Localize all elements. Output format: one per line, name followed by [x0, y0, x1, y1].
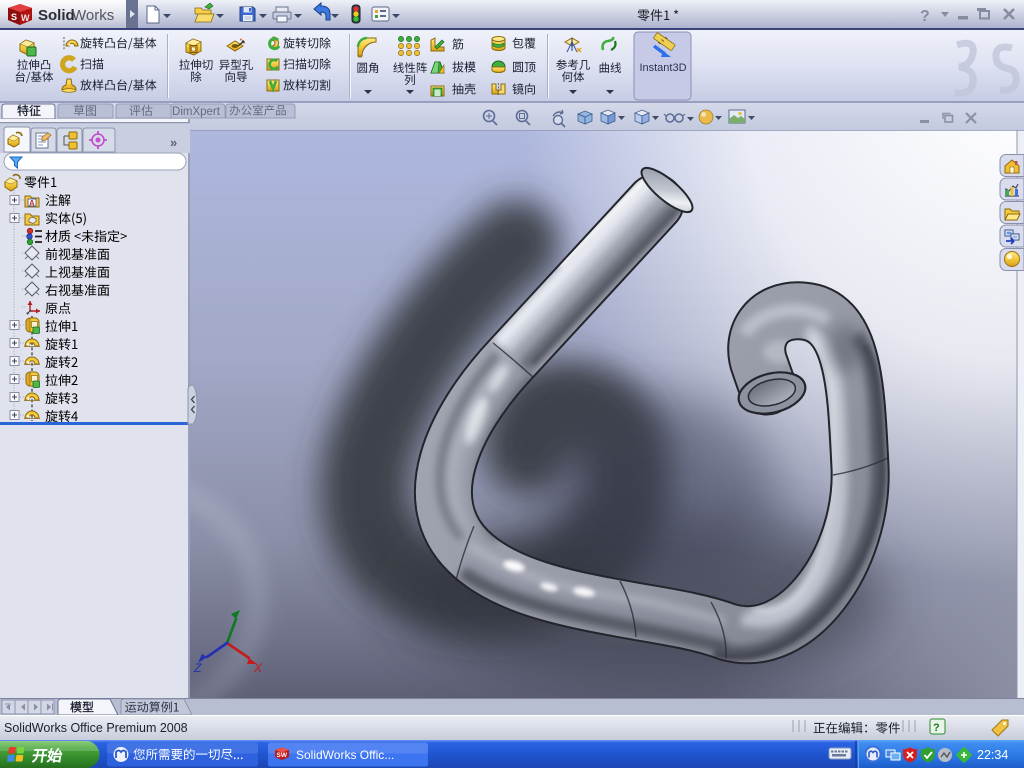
svg-text:»: » [170, 135, 177, 150]
svg-text:Instant3D: Instant3D [639, 62, 686, 74]
svg-text:Z: Z [193, 661, 202, 675]
svg-text:W: W [21, 13, 30, 23]
svg-text:?: ? [933, 722, 940, 734]
svg-text:22:34: 22:34 [977, 748, 1008, 762]
svg-text:Works: Works [72, 7, 114, 24]
svg-text:X: X [253, 661, 263, 675]
svg-text:Solid: Solid [38, 7, 75, 24]
svg-text:SW: SW [277, 752, 288, 759]
svg-text:A: A [29, 199, 35, 208]
svg-text:?: ? [920, 8, 930, 25]
svg-text:SolidWorks Office Premium 2008: SolidWorks Office Premium 2008 [4, 721, 188, 735]
svg-text:DimXpert: DimXpert [172, 106, 221, 118]
svg-text:SolidWorks Offic...: SolidWorks Offic... [296, 748, 394, 762]
svg-text:S: S [11, 12, 17, 22]
